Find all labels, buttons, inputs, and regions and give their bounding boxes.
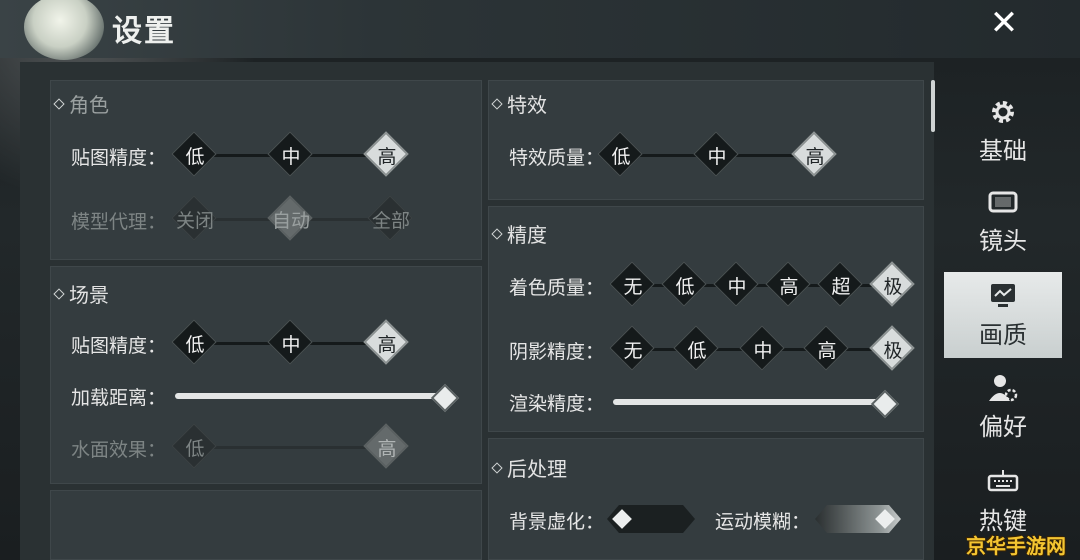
section-title-character: 角色 <box>53 89 109 118</box>
panel-precision: 精度 着色质量： 无 低 中 高 超 极 阴影精度： 无 低 中 高 极 渲染精… <box>488 206 924 432</box>
option-scene-texture-low[interactable]: 低 <box>167 319 223 365</box>
render-precision-slider-handle[interactable] <box>870 389 900 419</box>
panel-character: 角色 贴图精度： 低 中 高 模型代理： 关闭 自动 全部 <box>50 80 482 260</box>
sidebar-item-camera[interactable]: 镜头 <box>944 178 1062 264</box>
section-title-effects: 特效 <box>491 89 547 118</box>
option-shadow-extreme[interactable]: 极 <box>865 325 921 371</box>
label-shading-quality: 着色质量： <box>509 277 605 299</box>
page-title: 设置 <box>112 14 176 49</box>
label-character-texture: 贴图精度： <box>71 147 167 169</box>
settings-content: 角色 贴图精度： 低 中 高 模型代理： 关闭 自动 全部 场景 贴图精度： 低… <box>20 62 934 560</box>
option-shadow-high[interactable]: 高 <box>799 325 855 371</box>
label-shadow-precision: 阴影精度： <box>509 341 605 363</box>
keyboard-icon <box>987 469 1019 491</box>
load-distance-slider-handle[interactable] <box>430 383 460 413</box>
content-scrollbar[interactable] <box>931 80 935 132</box>
option-character-texture-high[interactable]: 高 <box>359 131 415 177</box>
sidebar-item-basic[interactable]: 基础 <box>944 88 1062 174</box>
monitor-icon <box>991 283 1015 307</box>
label-load-distance: 加载距离： <box>71 387 167 409</box>
panel-postprocess: 后处理 背景虚化： 运动模糊： <box>488 438 924 560</box>
option-model-proxy-all[interactable]: 全部 <box>363 195 419 241</box>
label-render-precision: 渲染精度： <box>509 393 605 415</box>
option-character-texture-mid[interactable]: 中 <box>263 131 319 177</box>
option-shadow-mid[interactable]: 中 <box>735 325 791 371</box>
option-scene-texture-mid[interactable]: 中 <box>263 319 319 365</box>
panel-effects: 特效 特效质量： 低 中 高 <box>488 80 924 200</box>
panel-empty <box>50 490 482 560</box>
label-scene-texture: 贴图精度： <box>71 335 167 357</box>
label-motion-blur: 运动模糊： <box>715 511 811 533</box>
option-character-texture-low[interactable]: 低 <box>167 131 223 177</box>
option-effect-quality-high[interactable]: 高 <box>787 131 843 177</box>
gear-icon <box>992 100 1014 123</box>
moon-emblem-icon <box>24 0 104 60</box>
option-effect-quality-mid[interactable]: 中 <box>689 131 745 177</box>
label-water-effect: 水面效果： <box>71 439 167 461</box>
option-model-proxy-auto[interactable]: 自动 <box>263 195 319 241</box>
option-shading-extreme[interactable]: 极 <box>865 261 921 307</box>
option-shadow-none[interactable]: 无 <box>605 325 661 371</box>
option-shadow-low[interactable]: 低 <box>669 325 725 371</box>
render-precision-slider[interactable] <box>613 399 885 405</box>
camera-frame-icon <box>988 191 1018 212</box>
load-distance-slider[interactable] <box>175 393 445 399</box>
option-model-proxy-off[interactable]: 关闭 <box>167 195 223 241</box>
option-scene-texture-high[interactable]: 高 <box>359 319 415 365</box>
sidebar-item-graphics[interactable]: 画质 <box>944 272 1062 358</box>
option-shading-ultra[interactable]: 超 <box>813 261 869 307</box>
option-shading-high[interactable]: 高 <box>761 261 817 307</box>
watermark-text: 京华手游网 <box>966 534 1066 558</box>
close-button[interactable]: ✕ <box>974 0 1034 48</box>
option-water-high[interactable]: 高 <box>359 423 415 469</box>
sidebar-item-preferences[interactable]: 偏好 <box>944 364 1062 450</box>
user-gear-icon <box>989 374 1018 401</box>
option-shading-mid[interactable]: 中 <box>709 261 765 307</box>
title-bar: 设置 ✕ <box>0 0 1080 60</box>
label-model-proxy: 模型代理： <box>71 211 167 233</box>
section-title-postprocess: 后处理 <box>491 453 567 482</box>
option-effect-quality-low[interactable]: 低 <box>593 131 649 177</box>
sidebar-nav: 基础 镜头 画质 偏好 热键 <box>944 62 1064 560</box>
option-shading-none[interactable]: 无 <box>605 261 661 307</box>
option-water-low[interactable]: 低 <box>167 423 223 469</box>
section-title-scene: 场景 <box>53 279 109 308</box>
label-effect-quality: 特效质量： <box>509 147 605 169</box>
label-background-blur: 背景虚化： <box>509 511 605 533</box>
option-shading-low[interactable]: 低 <box>657 261 713 307</box>
panel-scene: 场景 贴图精度： 低 中 高 加载距离： 水面效果： 低 高 <box>50 266 482 484</box>
section-title-precision: 精度 <box>491 219 547 248</box>
